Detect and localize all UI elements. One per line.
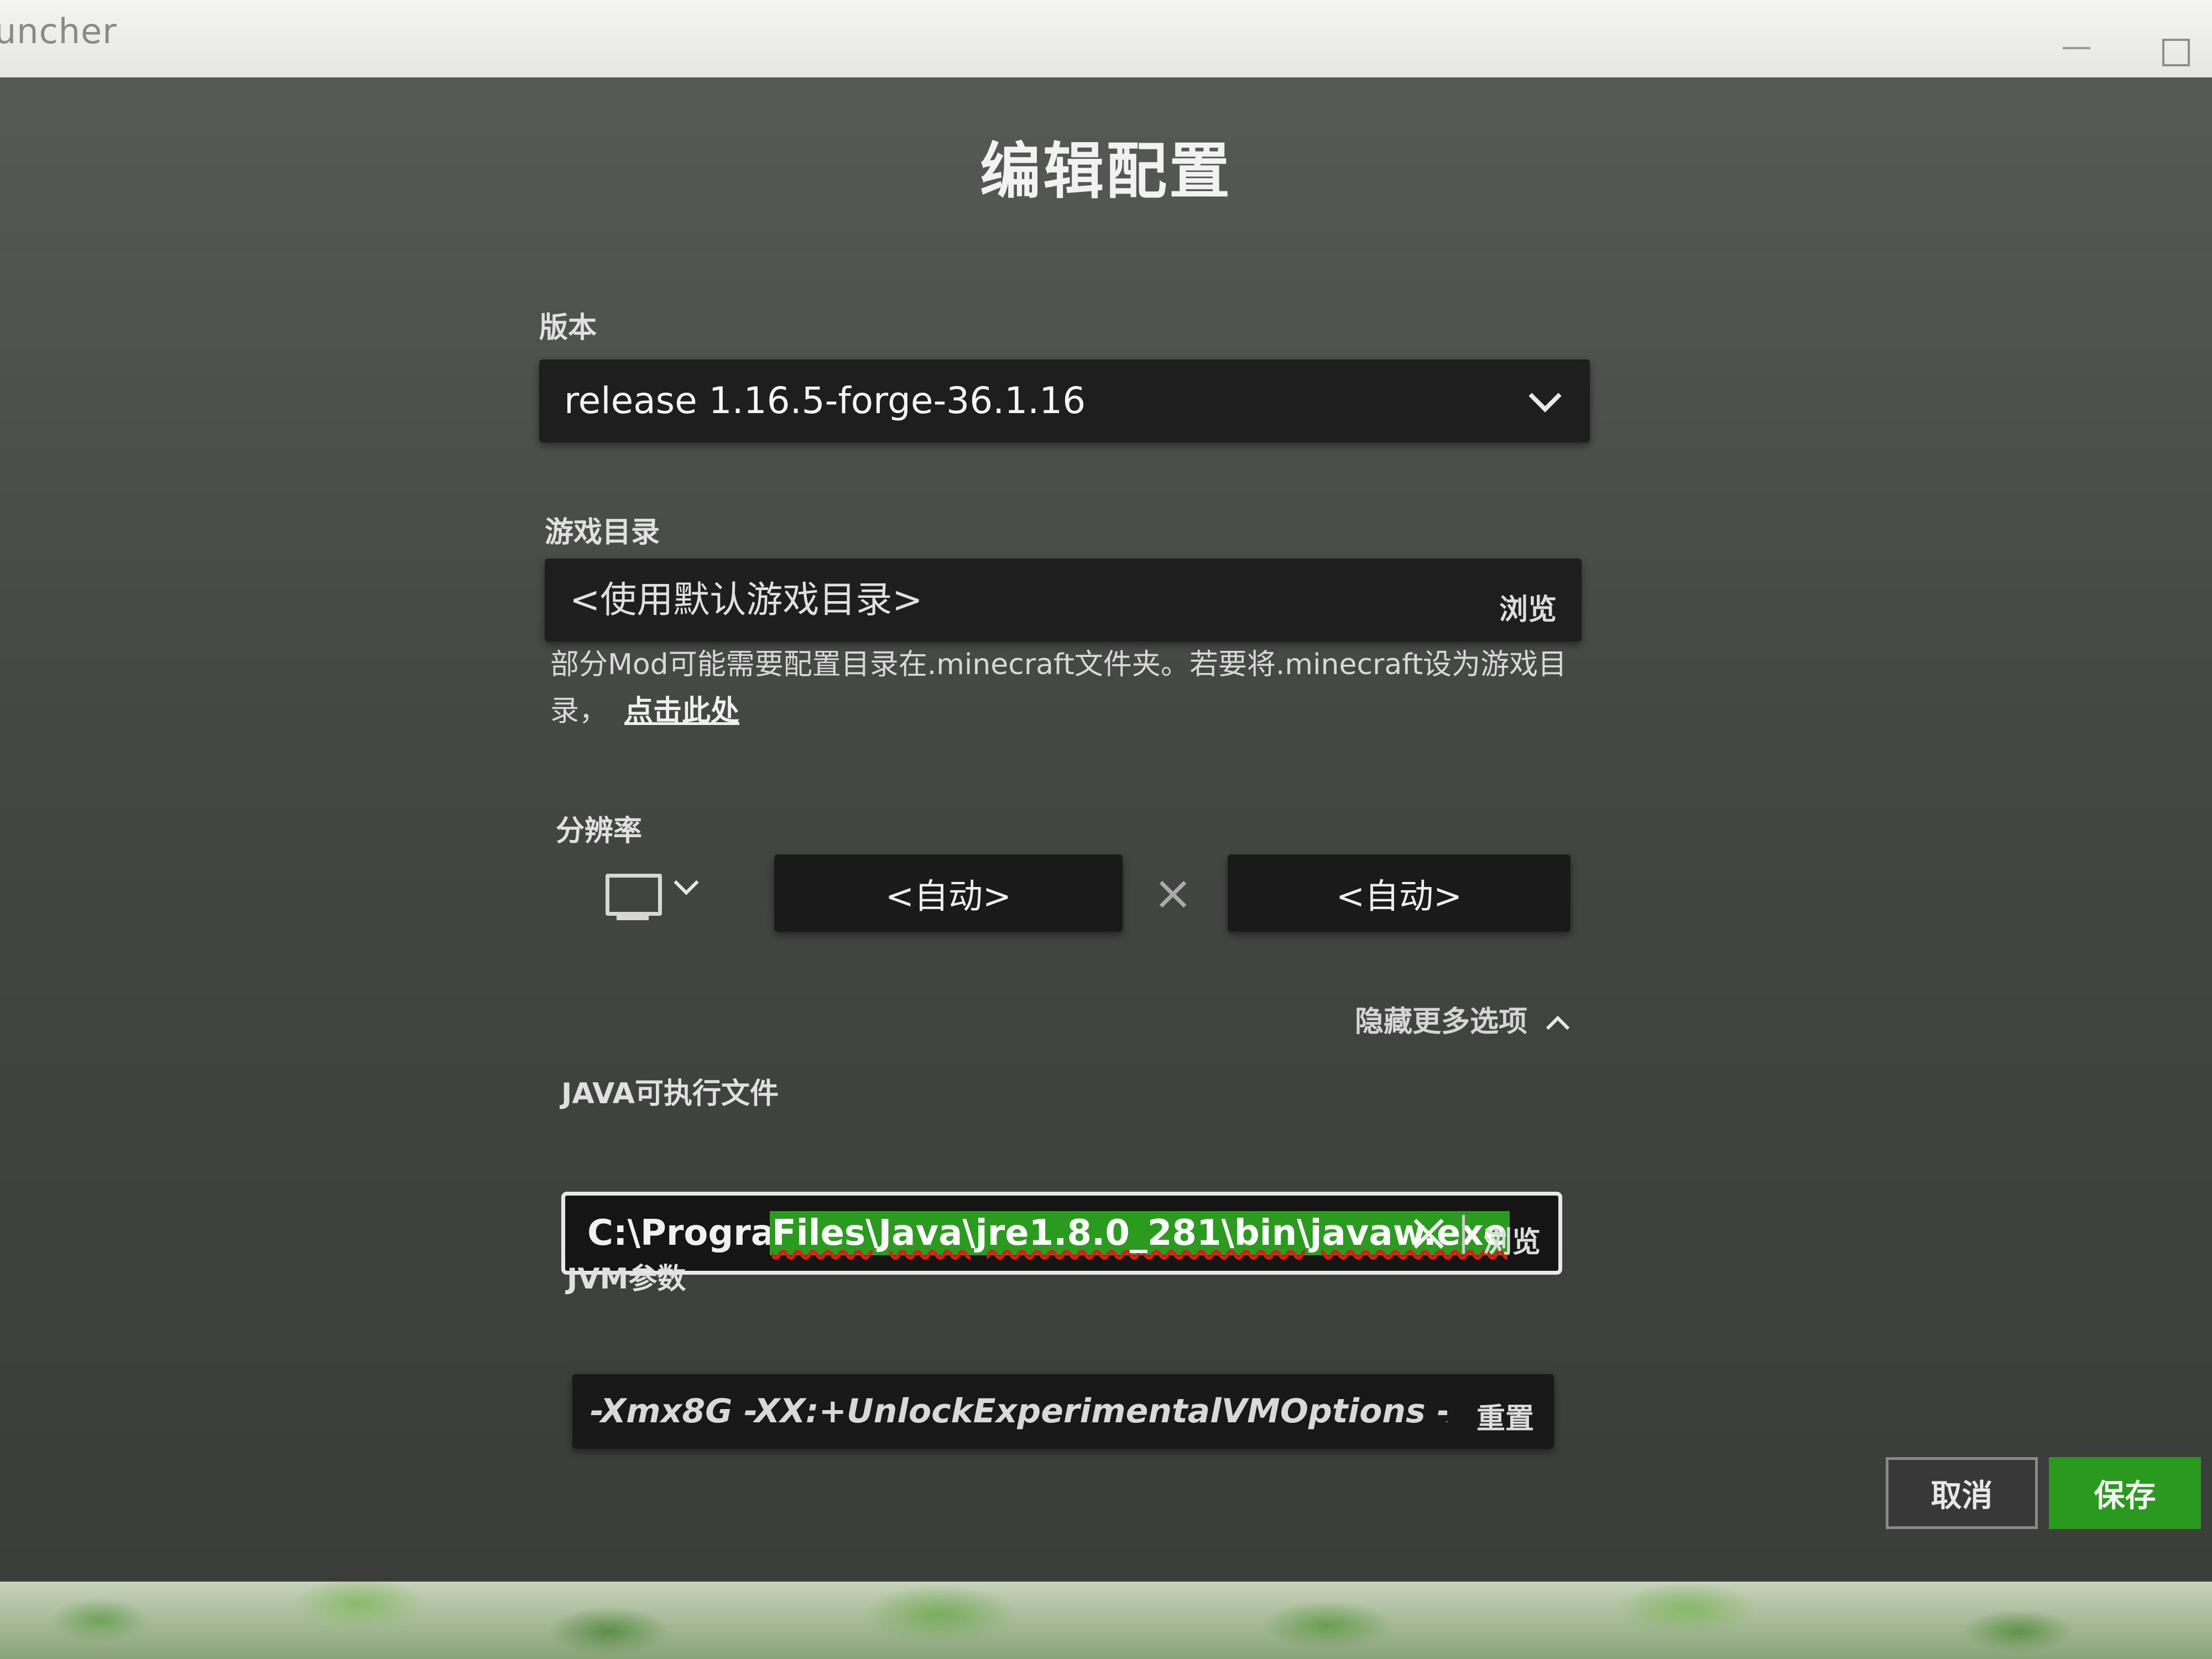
window-titlebar: uncher — [0, 0, 2212, 77]
click-here-link[interactable]: 点击此处 — [624, 695, 739, 728]
version-label: 版本 — [539, 311, 597, 345]
header-divider — [0, 249, 2212, 251]
dialog-title: 编辑配置 — [980, 136, 1232, 207]
resolution-width-input[interactable]: <自动> — [774, 854, 1123, 932]
desktop-wallpaper — [0, 1582, 2212, 1659]
maximize-button[interactable] — [2162, 39, 2190, 66]
version-value: release 1.16.5-forge-36.1.16 — [564, 379, 1086, 422]
resolution-label: 分辨率 — [556, 815, 643, 848]
divider — [1462, 1215, 1465, 1254]
hide-more-options-label: 隐藏更多选项 — [1355, 1005, 1528, 1039]
game-dir-value: <使用默认游戏目录> — [570, 578, 923, 621]
game-dir-browse-button[interactable]: 浏览 — [1499, 586, 1557, 628]
jvm-args-value: -Xmx8G -XX:+UnlockExperimentalVMOptions … — [590, 1392, 1447, 1431]
java-path-input[interactable]: C:\Program Files\Java\jre1.8.0_281\bin\j… — [561, 1192, 1562, 1275]
game-dir-hint: 部分Mod可能需要配置目录在.minecraft文件夹。若要将.minecraf… — [550, 641, 1573, 734]
java-path-selected: Files\Java\jre1.8.0_281\bin\javaw.exe — [770, 1211, 1510, 1255]
hide-more-options-toggle[interactable]: 隐藏更多选项 — [1355, 998, 1570, 1040]
jvm-reset-button[interactable]: 重置 — [1477, 1395, 1534, 1437]
java-browse-button[interactable]: 浏览 — [1483, 1219, 1541, 1260]
version-select[interactable]: release 1.16.5-forge-36.1.16 — [539, 359, 1590, 442]
game-dir-label: 游戏目录 — [545, 516, 660, 549]
chevron-up-icon — [1546, 1015, 1570, 1040]
monitor-stand — [617, 916, 649, 920]
jvm-label: JVM参数 — [567, 1262, 686, 1296]
resolution-times-sign: × — [1153, 865, 1193, 921]
resolution-height-input[interactable]: <自动> — [1228, 854, 1571, 932]
java-label: JAVA可执行文件 — [561, 1077, 779, 1110]
app-title: uncher — [0, 11, 117, 51]
save-button[interactable]: 保存 — [2049, 1457, 2201, 1529]
clear-icon[interactable] — [1411, 1217, 1446, 1251]
edit-profile-dialog: 编辑配置 版本 release 1.16.5-forge-36.1.16 游戏目… — [0, 77, 2212, 1582]
game-dir-field[interactable]: <使用默认游戏目录> 浏览 — [545, 559, 1582, 641]
monitor-icon[interactable] — [606, 874, 662, 916]
chevron-down-icon — [1528, 379, 1562, 413]
jvm-args-input[interactable]: -Xmx8G -XX:+UnlockExperimentalVMOptions … — [572, 1374, 1554, 1449]
cancel-button[interactable]: 取消 — [1886, 1457, 2038, 1529]
minimize-button[interactable] — [2063, 47, 2090, 49]
chevron-down-icon[interactable] — [674, 870, 699, 895]
